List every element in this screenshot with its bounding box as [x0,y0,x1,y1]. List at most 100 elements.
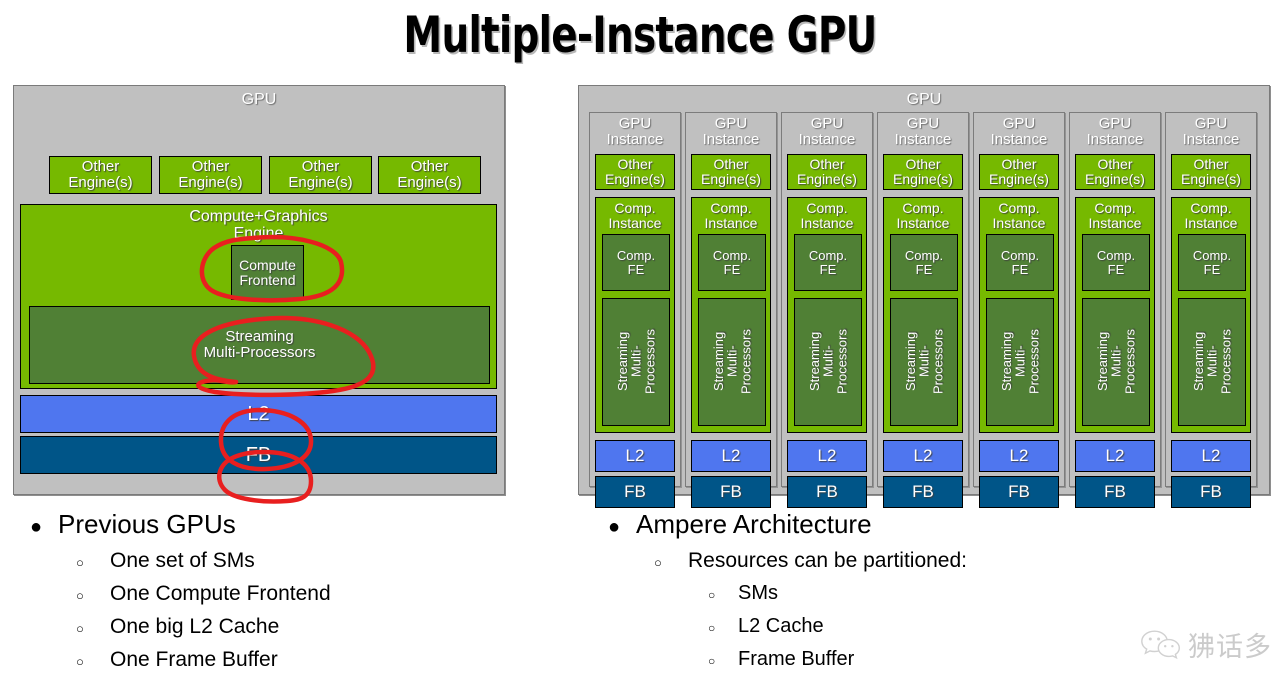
gpu-instance-column: GPU Instance Other Engine(s) Comp. Instanc… [685,112,777,508]
bullet-marker-circle: ○ [708,621,716,635]
comp-fe-box: Comp. FE [602,234,670,291]
comp-fe-box: Comp. FE [794,234,862,291]
other-engines-box-3: Other Engine(s) [269,156,372,194]
frame-buffer-box: FB [1075,476,1155,508]
left-bullet-item-text: One Frame Buffer [110,648,278,671]
slide-root: Multiple-Instance GPU GPU Other Engine(s… [0,0,1280,686]
comp-fe-box: Comp. FE [1178,234,1246,291]
comp-instance-box: Comp. Instance Comp. FE Streaming Multi- P… [595,197,675,433]
comp-instance-box: Comp. Instance Comp. FE Streaming Multi- P… [979,197,1059,433]
bullet-marker-circle: ○ [708,654,716,668]
comp-instance-label: Comp. Instance [704,200,758,231]
other-engines-box-2: Other Engine(s) [159,156,262,194]
right-bullet-item-text: SMs [738,582,778,604]
comp-instance-label: Comp. Instance [608,200,662,231]
right-bullet-item: ○ SMs [708,578,1168,611]
streaming-multiprocessors-label: Streaming Multi- Processors [710,329,753,395]
streaming-multiprocessors-box: Streaming Multi- Processors [602,298,670,426]
left-bullet-heading-text: Previous GPUs [58,509,236,539]
streaming-multiprocessors-label: Streaming Multi- Processors [998,329,1041,395]
gpu-instance-column: GPU Instance Other Engine(s) Comp. Instanc… [973,112,1065,508]
l2-cache-box: L2 [595,440,675,472]
streaming-multiprocessors-label: Streaming Multi- Processors [1094,329,1137,395]
other-engines-box: Other Engine(s) [595,154,675,190]
comp-instance-box: Comp. Instance Comp. FE Streaming Multi- P… [1171,197,1251,433]
right-bullet-subheading-text: Resources can be partitioned: [688,549,967,572]
other-engines-box: Other Engine(s) [979,154,1059,190]
compute-graphics-engine-label: Compute+Graphics Engine [189,208,328,242]
l2-cache-box: L2 [20,395,497,433]
comp-instance-label: Comp. Instance [800,200,854,231]
comp-instance-box: Comp. Instance Comp. FE Streaming Multi- P… [1075,197,1155,433]
l2-cache-box: L2 [1075,440,1155,472]
gpu-instance-column: GPU Instance Other Engine(s) Comp. Instanc… [781,112,873,508]
other-engines-box: Other Engine(s) [1075,154,1155,190]
comp-instance-label: Comp. Instance [1184,200,1238,231]
l2-cache-box: L2 [691,440,771,472]
right-bullet-item: ○ L2 Cache [708,611,1168,644]
comp-instance-label: Comp. Instance [992,200,1046,231]
frame-buffer-box: FB [883,476,963,508]
mig-gpu-panel: GPU GPU Instance Other Engine(s) Comp. Ins… [578,85,1270,508]
left-bullet-item-text: One big L2 Cache [110,615,280,638]
gpu-instance-column: GPU Instance Other Engine(s) Comp. Instanc… [1069,112,1161,508]
bullet-marker-circle: ○ [76,621,84,636]
comp-fe-box: Comp. FE [698,234,766,291]
comp-instance-label: Comp. Instance [896,200,950,231]
frame-buffer-box: FB [691,476,771,508]
gpu-instance-header: GPU Instance [1086,115,1144,148]
compute-frontend-box: Compute Frontend [231,245,304,300]
wechat-icon [1141,629,1181,659]
comp-fe-box: Comp. FE [890,234,958,291]
frame-buffer-box: FB [787,476,867,508]
streaming-multiprocessors-box: Streaming Multi- Processors [890,298,958,426]
other-engines-box: Other Engine(s) [691,154,771,190]
comp-fe-box: Comp. FE [1082,234,1150,291]
compute-graphics-engine-box: Compute+Graphics Engine Compute Frontend… [20,204,497,389]
l2-cache-box: L2 [1171,440,1251,472]
left-bullet-item: ○ One Compute Frontend [76,578,560,611]
gpu-instance-header: GPU Instance [1182,115,1240,148]
gpu-instance-header: GPU Instance [798,115,856,148]
gpu-instance-header: GPU Instance [894,115,952,148]
right-panel-gpu-label: GPU [906,91,942,108]
previous-gpu-panel: GPU Other Engine(s) Other Engine(s) Othe… [13,85,505,495]
streaming-multiprocessors-label: Streaming Multi- Processors [614,329,657,395]
right-bullet-heading-text: Ampere Architecture [636,509,872,539]
bullet-marker-circle: ○ [76,654,84,669]
streaming-multiprocessors-label: Streaming Multi- Processors [902,329,945,395]
frame-buffer-box: FB [595,476,675,508]
comp-instance-label: Comp. Instance [1088,200,1142,231]
right-bullet-subheading: ○ Resources can be partitioned: [654,545,1168,578]
left-bullet-item: ○ One Frame Buffer [76,644,560,677]
frame-buffer-box: FB [20,436,497,474]
streaming-multiprocessors-label: Streaming Multi- Processors [806,329,849,395]
bullet-marker-circle: ○ [76,555,84,570]
gpu-instance-column: GPU Instance Other Engine(s) Comp. Instanc… [589,112,681,508]
other-engines-box: Other Engine(s) [883,154,963,190]
bullet-marker-disc: ● [30,516,43,538]
l2-cache-box: L2 [979,440,1059,472]
streaming-multiprocessors-box: Streaming Multi- Processors [986,298,1054,426]
other-engines-box-1: Other Engine(s) [49,156,152,194]
left-bullet-heading: ● Previous GPUs [30,508,560,543]
comp-instance-box: Comp. Instance Comp. FE Streaming Multi- P… [691,197,771,433]
comp-fe-box: Comp. FE [986,234,1054,291]
gpu-instance-header: GPU Instance [702,115,760,148]
streaming-multiprocessors-box: Streaming Multi- Processors [1178,298,1246,426]
l2-cache-box: L2 [787,440,867,472]
right-bullet-item: ○ Frame Buffer [708,644,1168,677]
gpu-instance-column: GPU Instance Other Engine(s) Comp. Instanc… [877,112,969,508]
streaming-multiprocessors-box: Streaming Multi- Processors [1082,298,1150,426]
left-bullet-item: ○ One big L2 Cache [76,611,560,644]
other-engines-box: Other Engine(s) [1171,154,1251,190]
comp-instance-box: Comp. Instance Comp. FE Streaming Multi- P… [787,197,867,433]
left-panel-gpu-label: GPU [241,91,277,108]
comp-instance-box: Comp. Instance Comp. FE Streaming Multi- P… [883,197,963,433]
watermark-text: 狒话多 [1188,632,1272,663]
frame-buffer-box: FB [1171,476,1251,508]
right-bullet-item-text: Frame Buffer [738,648,855,670]
page-title: Multiple-Instance GPU [403,6,877,64]
other-engines-box: Other Engine(s) [787,154,867,190]
gpu-instance-header: GPU Instance [990,115,1048,148]
